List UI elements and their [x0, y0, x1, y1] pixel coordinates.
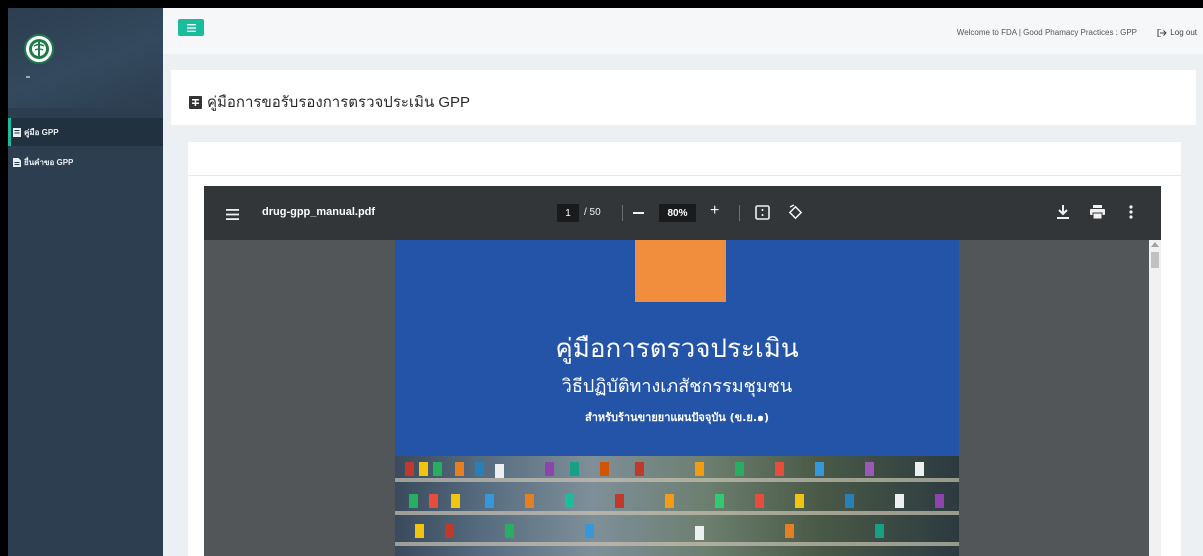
sign-out-icon: [1157, 28, 1168, 37]
page-title: คู่มือการขอรับรองการตรวจประเมิน GPP: [189, 90, 470, 114]
print-icon[interactable]: [1090, 205, 1105, 224]
pdf-toolbar: drug-gpp_manual.pdf 1 / 50 80% +: [204, 186, 1161, 240]
pdf-menu-icon[interactable]: [226, 207, 239, 225]
sidebar: คู่มือ GPP ยื่นคำขอ GPP: [8, 8, 163, 556]
panel-divider: [188, 175, 1181, 176]
pdf-viewer[interactable]: drug-gpp_manual.pdf 1 / 50 80% + คู่มือก…: [204, 186, 1161, 556]
page-header: คู่มือการขอรับรองการตรวจประเมิน GPP: [171, 70, 1196, 125]
cover-title: คู่มือการตรวจประเมิน: [555, 334, 799, 364]
pdf-page-total: / 50: [584, 207, 601, 218]
hamburger-icon: [186, 23, 196, 32]
book-icon: [189, 95, 202, 109]
toolbar-divider: [622, 205, 623, 221]
cover-pharmacy-photo: [395, 456, 959, 556]
logout-link[interactable]: Log out: [1157, 28, 1197, 37]
user-name: [26, 76, 30, 78]
more-options-icon[interactable]: [1129, 205, 1133, 224]
page-title-text: คู่มือการขอรับรองการตรวจประเมิน GPP: [207, 94, 471, 111]
pdf-scrollbar[interactable]: [1149, 240, 1161, 556]
welcome-text: Welcome to FDA | Good Phamacy Practices …: [956, 28, 1137, 37]
toolbar-divider: [739, 205, 740, 221]
zoom-in-icon[interactable]: +: [710, 202, 719, 220]
sidebar-item-label: คู่มือ GPP: [24, 127, 59, 137]
pdf-page-input[interactable]: 1: [557, 204, 579, 222]
download-icon[interactable]: [1057, 205, 1069, 224]
sidebar-item-label: ยื่นคำขอ GPP: [24, 157, 74, 167]
file-icon: [13, 157, 21, 167]
caduceus-icon: [29, 39, 49, 59]
logout-label: Log out: [1170, 28, 1197, 37]
book-icon: [13, 127, 21, 137]
sidebar-header: [8, 8, 163, 108]
sidebar-item-gpp-request[interactable]: ยื่นคำขอ GPP: [8, 148, 163, 176]
fda-logo: [24, 34, 54, 64]
top-navbar: Welcome to FDA | Good Phamacy Practices …: [163, 8, 1203, 54]
pdf-page: คู่มือการตรวจประเมิน วิธีปฏิบัติทางเภสัช…: [395, 240, 959, 556]
sidebar-item-gpp-manual[interactable]: คู่มือ GPP: [8, 118, 163, 146]
pdf-filename: drug-gpp_manual.pdf: [262, 206, 376, 218]
cover-subtitle-small: สำหรับร้านขายยาแผนปัจจุบัน (ข.ย.๑): [584, 411, 770, 424]
menu-toggle-button[interactable]: [178, 19, 204, 36]
scroll-thumb[interactable]: [1151, 252, 1159, 268]
rotate-icon[interactable]: [787, 204, 804, 226]
pdf-zoom-input[interactable]: 80%: [659, 204, 696, 222]
fit-page-icon[interactable]: [755, 205, 770, 225]
cover-orange-block: [635, 240, 726, 302]
scroll-up-arrow-icon[interactable]: [1151, 242, 1159, 247]
app-frame: คู่มือ GPP ยื่นคำขอ GPP Welcome to FDA |…: [8, 8, 1203, 556]
cover-subtitle: วิธีปฏิบัติทางเภสัชกรรมชุมชน: [561, 376, 793, 397]
zoom-out-icon[interactable]: [633, 212, 644, 214]
